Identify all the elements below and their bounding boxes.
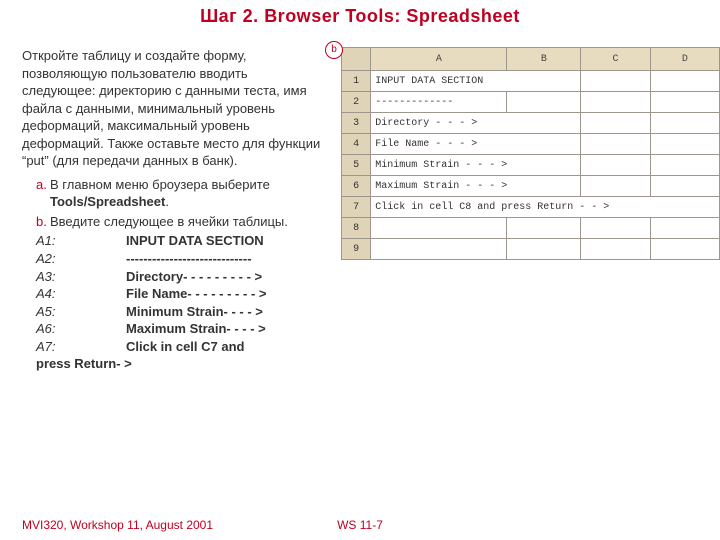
cell	[650, 218, 719, 239]
col-header: A	[371, 48, 507, 71]
cell-ref: A1:	[36, 232, 126, 250]
row-header: 4	[342, 134, 371, 155]
cell-value: Click in cell C7 and	[126, 338, 245, 356]
table-row: 8	[342, 218, 720, 239]
cell	[581, 92, 650, 113]
cell: INPUT DATA SECTION	[371, 71, 581, 92]
cell	[650, 134, 719, 155]
step-b-text: Введите следующее в ячейки таблицы.	[50, 214, 288, 229]
table-row: 4File Name - - - >	[342, 134, 720, 155]
cell: Maximum Strain - - - >	[371, 176, 581, 197]
table-row: 7Click in cell C8 and press Return - - >	[342, 197, 720, 218]
table-row: 6Maximum Strain - - - >	[342, 176, 720, 197]
cell-ref: A5:	[36, 303, 126, 321]
cell	[371, 218, 507, 239]
cell: Directory - - - >	[371, 113, 581, 134]
cell-value: Maximum Strain- - - - >	[126, 320, 266, 338]
cell	[507, 92, 581, 113]
spreadsheet-table: A B C D 1INPUT DATA SECTION2------------…	[341, 47, 720, 260]
cell: -------------	[371, 92, 507, 113]
cell	[650, 155, 719, 176]
row-header: 8	[342, 218, 371, 239]
cell-value: INPUT DATA SECTION	[126, 232, 264, 250]
step-a-post: .	[165, 194, 169, 209]
cell-value: File Name- - - - - - - - - >	[126, 285, 266, 303]
cell-value: Directory- - - - - - - - - >	[126, 268, 262, 286]
corner-cell	[342, 48, 371, 71]
footer: MVI320, Workshop 11, August 2001 WS 11-7	[0, 518, 720, 532]
row-header: 5	[342, 155, 371, 176]
page-title: Шаг 2. Browser Tools: Spreadsheet	[0, 0, 720, 27]
row-header: 9	[342, 239, 371, 260]
cell	[507, 239, 581, 260]
cell-ref: A6:	[36, 320, 126, 338]
table-row: 9	[342, 239, 720, 260]
cell	[650, 176, 719, 197]
table-row: 1INPUT DATA SECTION	[342, 71, 720, 92]
intro-text: Откройте таблицу и создайте форму, позво…	[22, 47, 323, 170]
cell-entry: A7:Click in cell C7 and	[36, 338, 323, 356]
cell	[581, 155, 650, 176]
cell-ref: A4:	[36, 285, 126, 303]
col-header: C	[581, 48, 650, 71]
row-header: 6	[342, 176, 371, 197]
row-header: 7	[342, 197, 371, 218]
row-header: 3	[342, 113, 371, 134]
cell	[581, 71, 650, 92]
cell	[581, 176, 650, 197]
callout-b: b	[325, 41, 343, 59]
cell-entry: A6:Maximum Strain- - - - >	[36, 320, 323, 338]
cell-entry: A5:Minimum Strain- - - - >	[36, 303, 323, 321]
instructions-column: Откройте таблицу и создайте форму, позво…	[0, 47, 331, 377]
col-header: B	[507, 48, 581, 71]
step-a-pre: В главном меню броузера выберите	[50, 177, 270, 192]
cell-ref: A3:	[36, 268, 126, 286]
cell: File Name - - - >	[371, 134, 581, 155]
cell	[650, 71, 719, 92]
row-header: 2	[342, 92, 371, 113]
cell-value: -----------------------------	[126, 250, 252, 268]
cell-ref: A7:	[36, 338, 126, 356]
cell	[507, 218, 581, 239]
cell	[650, 113, 719, 134]
cell	[650, 239, 719, 260]
footer-left: MVI320, Workshop 11, August 2001	[22, 518, 213, 532]
cell	[581, 134, 650, 155]
step-a: a. В главном меню броузера выберите Tool…	[36, 176, 323, 211]
col-header: D	[650, 48, 719, 71]
cell	[650, 92, 719, 113]
cell-ref: A2:	[36, 250, 126, 268]
table-row: 3Directory - - - >	[342, 113, 720, 134]
cell-entry: A3:Directory- - - - - - - - - >	[36, 268, 323, 286]
cell	[581, 218, 650, 239]
cell-entry-list: A1:INPUT DATA SECTIONA2:----------------…	[36, 232, 323, 355]
cell	[581, 113, 650, 134]
cell-entry: A1:INPUT DATA SECTION	[36, 232, 323, 250]
row-header: 1	[342, 71, 371, 92]
step-b: b. Введите следующее в ячейки таблицы. A…	[36, 213, 323, 373]
table-row: 2-------------	[342, 92, 720, 113]
cell	[371, 239, 507, 260]
cell-entry: A2:-----------------------------	[36, 250, 323, 268]
step-b-label: b.	[36, 213, 47, 231]
table-row: 5Minimum Strain - - - >	[342, 155, 720, 176]
step-a-bold: Tools/Spreadsheet	[50, 194, 165, 209]
cell	[581, 239, 650, 260]
cell-value: Minimum Strain- - - - >	[126, 303, 263, 321]
cell: Minimum Strain - - - >	[371, 155, 581, 176]
spreadsheet-screenshot: b A B C D 1INPUT DATA SECTION2----------…	[341, 47, 720, 377]
last-line: press Return- >	[36, 355, 323, 373]
cell-entry: A4:File Name- - - - - - - - - >	[36, 285, 323, 303]
step-a-label: a.	[36, 176, 47, 194]
cell: Click in cell C8 and press Return - - >	[371, 197, 720, 218]
